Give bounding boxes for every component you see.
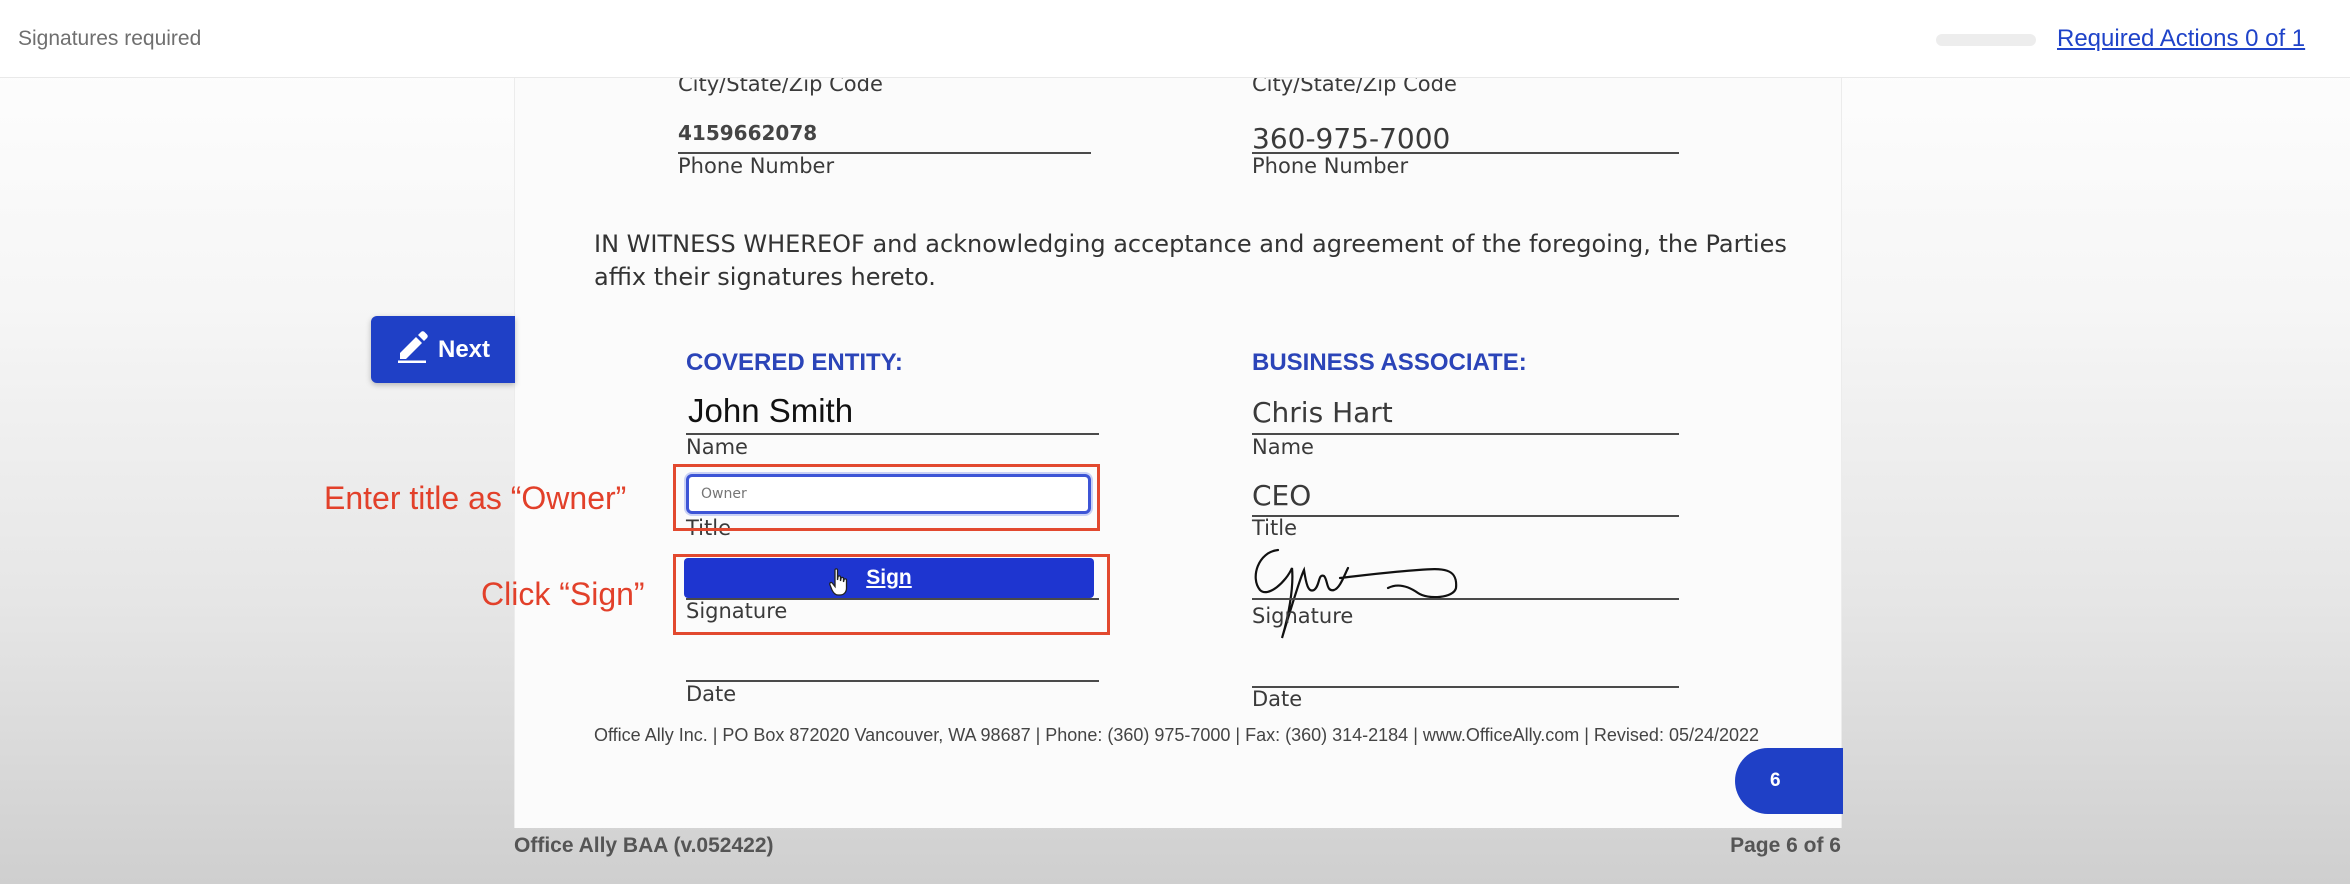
business-title-label: Title (1252, 516, 1298, 540)
next-button-label: Next (437, 335, 491, 363)
witness-paragraph: IN WITNESS WHEREOF and acknowledging acc… (594, 230, 1787, 291)
progress-bar (1936, 34, 2036, 46)
next-button[interactable]: Next (371, 316, 515, 383)
covered-name-label: Name (686, 435, 748, 459)
business-date-line (1252, 686, 1679, 688)
document-footer: Office Ally Inc. | PO Box 872020 Vancouv… (594, 725, 1760, 745)
left-phone-label: Phone Number (678, 154, 835, 178)
handwritten-signature-image (1254, 548, 1458, 639)
business-title-line (1252, 515, 1679, 517)
business-signature-label: Signature (1252, 604, 1354, 628)
title-hint-annotation: Enter title as “Owner” (324, 480, 627, 516)
left-phone-value: 4159662078 (678, 121, 818, 145)
pencil-icon (396, 329, 428, 370)
top-bar: Signatures required Required Actions 0 o… (0, 0, 2350, 78)
covered-entity-name: John Smith (688, 392, 854, 429)
document-name: Office Ally BAA (v.052422) (514, 834, 774, 857)
title-annotation-box (673, 464, 1100, 531)
covered-entity-heading: COVERED ENTITY: (686, 349, 903, 376)
right-phone-value: 360-975-7000 (1252, 122, 1451, 155)
business-date-label: Date (1252, 687, 1303, 711)
covered-date-line (686, 680, 1099, 682)
business-associate-title: CEO (1252, 479, 1312, 512)
business-associate-name: Chris Hart (1252, 396, 1393, 429)
page-info: Page 6 of 6 (1730, 834, 1841, 857)
sign-hint-annotation: Click “Sign” (481, 576, 645, 612)
sign-annotation-box (673, 554, 1110, 635)
covered-date-label: Date (686, 682, 737, 706)
business-name-line (1252, 433, 1679, 435)
right-phone-label: Phone Number (1252, 154, 1409, 178)
business-name-label: Name (1252, 435, 1314, 459)
page-badge[interactable]: 6 (1735, 748, 1843, 814)
business-signature-line (1252, 598, 1679, 600)
status-text: Signatures required (18, 27, 202, 50)
required-actions-link[interactable]: Required Actions 0 of 1 (2057, 25, 2305, 53)
document-page: City/State/Zip Code City/State/Zip Code … (514, 72, 1843, 828)
business-associate-heading: BUSINESS ASSOCIATE: (1252, 349, 1527, 376)
